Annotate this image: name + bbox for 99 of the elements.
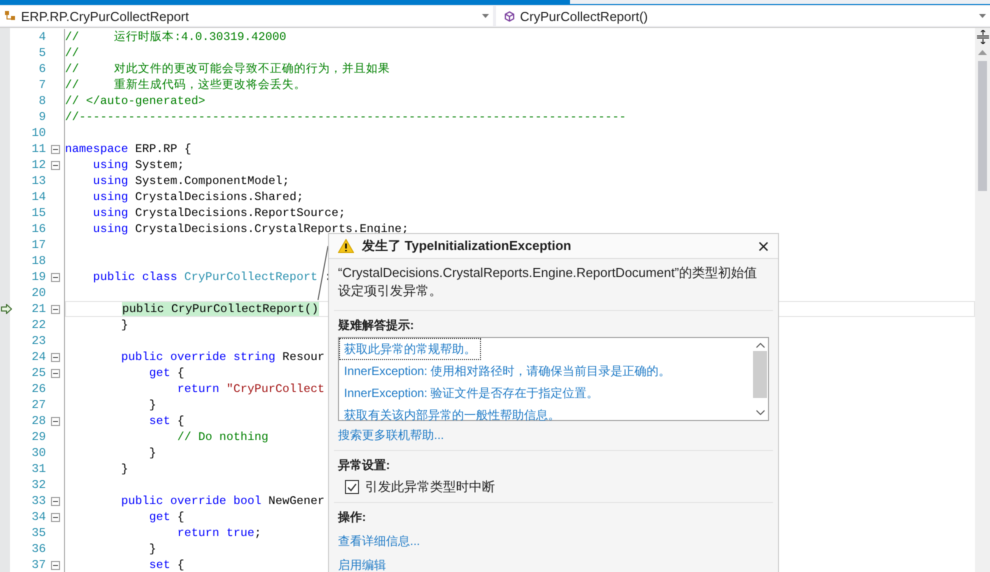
code-line: // Do nothing bbox=[176, 429, 268, 445]
line-number: 35 bbox=[30, 526, 46, 540]
line-number: 12 bbox=[30, 158, 46, 172]
code-line: public override string Resour bbox=[120, 349, 325, 365]
help-link[interactable]: InnerException: 验证文件是否存在于指定位置。 bbox=[339, 382, 604, 404]
help-link[interactable]: 获取此异常的常规帮助。 bbox=[339, 338, 481, 360]
code-line: return true; bbox=[176, 525, 262, 541]
line-number: 36 bbox=[30, 542, 46, 556]
line-number: 33 bbox=[30, 494, 46, 508]
line-number: 10 bbox=[30, 126, 46, 140]
caret-icon bbox=[482, 14, 489, 18]
class-icon bbox=[4, 10, 16, 22]
code-line: } bbox=[120, 317, 128, 333]
line-number: 30 bbox=[30, 446, 46, 460]
code-line: using CrystalDecisions.Shared; bbox=[92, 189, 304, 205]
code-line: get { bbox=[148, 365, 184, 381]
close-icon[interactable] bbox=[759, 242, 768, 250]
line-number: 31 bbox=[30, 462, 46, 476]
exception-message: “CrystalDecisions.CrystalReports.Engine.ReportDocument”的类型初始值设定项引发异常。 bbox=[338, 264, 758, 300]
line-number: 27 bbox=[30, 398, 46, 412]
collapse-icon[interactable] bbox=[50, 560, 60, 570]
line-number: 34 bbox=[30, 510, 46, 524]
scroll-thumb[interactable] bbox=[753, 351, 767, 398]
line-number: 16 bbox=[30, 222, 46, 236]
collapse-icon[interactable] bbox=[50, 304, 60, 314]
line-number: 28 bbox=[30, 414, 46, 428]
cube-icon bbox=[504, 10, 515, 22]
code-line: return "CryPurCollect bbox=[176, 381, 325, 397]
section-heading: 操作: bbox=[338, 509, 367, 526]
line-number: 29 bbox=[30, 430, 46, 444]
code-line: // </auto-generated> bbox=[65, 93, 206, 109]
collapse-icon[interactable] bbox=[50, 352, 60, 362]
line-number: 23 bbox=[30, 334, 46, 348]
code-line: } bbox=[120, 461, 128, 477]
code-line: } bbox=[148, 397, 156, 413]
code-line: } bbox=[148, 541, 156, 557]
check-icon bbox=[347, 482, 357, 492]
help-link[interactable]: InnerException: 使用相对路径时，请确保当前目录是正确的。 bbox=[339, 360, 676, 382]
line-number: 13 bbox=[30, 174, 46, 188]
line-number: 14 bbox=[30, 190, 46, 204]
line-number: 26 bbox=[30, 382, 46, 396]
action-link[interactable]: 查看详细信息... bbox=[338, 532, 769, 550]
collapse-icon[interactable] bbox=[50, 416, 60, 426]
code-line: // 重新生成代码，这些更改将会丢失。 bbox=[65, 77, 306, 93]
line-number: 21 bbox=[30, 302, 46, 316]
section-heading: 异常设置: bbox=[338, 457, 391, 474]
code-line: using CrystalDecisions.ReportSource; bbox=[92, 205, 346, 221]
line-number: 37 bbox=[30, 558, 46, 572]
help-link[interactable]: 获取有关该内部异常的一般性帮助信息。 bbox=[339, 404, 565, 426]
type-dropdown[interactable]: ERP.RP.CryPurCollectReport bbox=[0, 6, 493, 26]
line-number: 32 bbox=[30, 478, 46, 492]
line-number: 18 bbox=[30, 254, 46, 268]
code-line: // 运行时版本:4.0.30319.42000 bbox=[65, 29, 286, 45]
line-number: 17 bbox=[30, 238, 46, 252]
popup-title: 发生了 TypeInitializationException bbox=[362, 237, 572, 255]
line-number: 9 bbox=[38, 110, 46, 124]
line-number: 20 bbox=[30, 286, 46, 300]
code-line: namespace ERP.RP { bbox=[65, 141, 192, 157]
code-line: using System.ComponentModel; bbox=[92, 173, 290, 189]
collapse-icon[interactable] bbox=[50, 272, 60, 282]
code-line: get { bbox=[148, 509, 184, 525]
code-line: // 对此文件的更改可能会导致不正确的行为，并且如果 bbox=[65, 61, 390, 77]
collapse-icon[interactable] bbox=[50, 160, 60, 170]
collapse-icon[interactable] bbox=[50, 496, 60, 506]
line-number: 11 bbox=[30, 142, 46, 156]
line-number: 5 bbox=[38, 46, 46, 60]
scroll-thumb[interactable] bbox=[978, 61, 987, 191]
code-line: public override bool NewGener bbox=[120, 493, 325, 509]
line-number: 6 bbox=[38, 62, 46, 76]
collapse-icon[interactable] bbox=[50, 144, 60, 154]
code-line: using System; bbox=[92, 157, 184, 173]
warning-icon bbox=[338, 239, 354, 253]
code-line: using CrystalDecisions.CrystalReports.Engine; bbox=[92, 221, 409, 237]
code-line: //------------------------------------------------------------------------------ bbox=[65, 109, 626, 125]
line-number: 8 bbox=[38, 94, 46, 108]
code-line: // bbox=[65, 45, 80, 61]
line-number: 4 bbox=[38, 30, 46, 44]
section-heading: 疑难解答提示: bbox=[338, 317, 415, 334]
collapse-icon[interactable] bbox=[50, 512, 60, 522]
action-link[interactable]: 启用编辑 bbox=[338, 556, 769, 572]
scroll-down-icon[interactable] bbox=[756, 410, 764, 415]
line-number: 25 bbox=[30, 366, 46, 380]
member-dropdown[interactable]: CryPurCollectReport() bbox=[496, 6, 990, 26]
line-number: 19 bbox=[30, 270, 46, 284]
collapse-icon[interactable] bbox=[50, 368, 60, 378]
code-line: set { bbox=[148, 557, 184, 572]
break-checkbox[interactable]: 引发此异常类型时中断 bbox=[338, 478, 769, 496]
line-number: 15 bbox=[30, 206, 46, 220]
line-number: 24 bbox=[30, 350, 46, 364]
code-line: set { bbox=[148, 413, 184, 429]
line-number: 7 bbox=[38, 78, 46, 92]
split-icon[interactable] bbox=[976, 30, 988, 44]
vertical-scrollbar[interactable] bbox=[975, 28, 990, 572]
leader-line bbox=[317, 245, 329, 301]
code-line: } bbox=[148, 445, 156, 461]
scroll-up-icon[interactable] bbox=[756, 343, 764, 348]
caret-icon bbox=[979, 14, 986, 18]
search-help-link[interactable]: 搜索更多联机帮助... bbox=[338, 427, 769, 444]
line-number: 22 bbox=[30, 318, 46, 332]
